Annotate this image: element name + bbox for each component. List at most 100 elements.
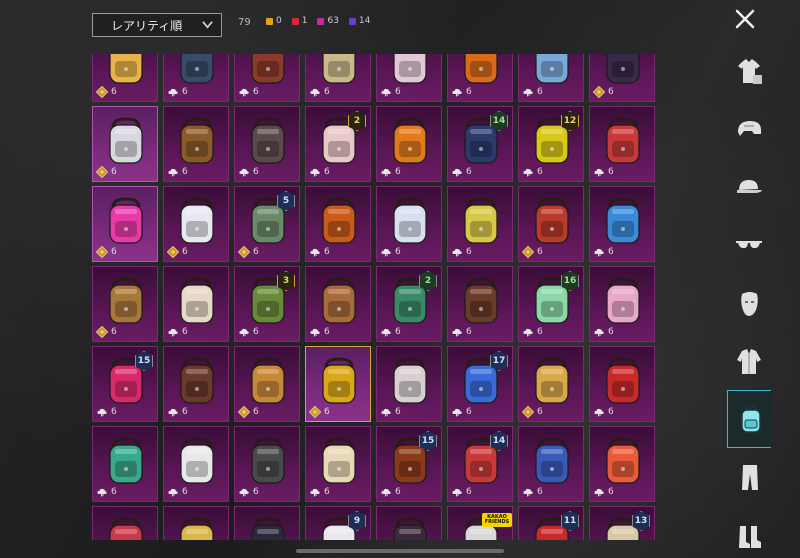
cloud-icon (168, 168, 178, 177)
backpack-item-tile[interactable]: 6 (376, 106, 442, 182)
backpack-item-tile[interactable]: 6 (518, 426, 584, 502)
cloud-icon (381, 328, 391, 337)
backpack-item-tile[interactable]: 116 (518, 506, 584, 540)
cloud-icon (310, 168, 320, 177)
backpack-item-tile[interactable]: 15 6 (92, 346, 158, 422)
backpack-item-tile[interactable]: 6 (518, 54, 584, 102)
backpack-item-tile[interactable]: 6 (234, 426, 300, 502)
cloud-icon (594, 488, 604, 497)
item-count: 6 (537, 87, 543, 97)
backpack-item-tile[interactable]: 6 (92, 186, 158, 262)
backpack-image (393, 197, 427, 244)
backpack-image (109, 437, 143, 484)
backpack-item-tile[interactable]: 6 (305, 186, 371, 262)
backpack-item-tile[interactable]: 26 (305, 106, 371, 182)
backpack-item-tile[interactable]: 6 (163, 106, 229, 182)
backpack-image (535, 197, 569, 244)
backpack-item-tile[interactable]: 6 (163, 186, 229, 262)
backpack-item-tile[interactable]: 6 (234, 106, 300, 182)
backpack-item-tile[interactable]: 56 (234, 186, 300, 262)
backpack-item-tile[interactable]: 6 (305, 266, 371, 342)
backpack-item-tile[interactable]: 6 (447, 186, 513, 262)
backpack-item-tile[interactable]: 6 (163, 266, 229, 342)
sidebar-item-cap[interactable] (727, 158, 771, 216)
backpack-item-tile[interactable]: 6 (305, 54, 371, 102)
backpack-item-tile[interactable]: 16 6 (518, 266, 584, 342)
backpack-item-tile[interactable]: 6 (305, 426, 371, 502)
backpack-item-tile[interactable]: 6 (376, 186, 442, 262)
backpack-item-tile[interactable]: 36 (234, 266, 300, 342)
item-count: 6 (253, 327, 259, 337)
backpack-item-tile[interactable]: 26 (376, 266, 442, 342)
backpack-item-tile[interactable]: 6 (163, 426, 229, 502)
backpack-item-tile[interactable]: 6 (589, 346, 655, 422)
item-meta: 6 (96, 246, 117, 258)
backpack-item-tile[interactable]: 136 (589, 506, 655, 540)
item-count: 6 (182, 327, 188, 337)
backpack-item-tile[interactable]: 6 (234, 346, 300, 422)
backpack-item-tile[interactable]: 6 (589, 54, 655, 102)
item-meta: 6 (593, 406, 614, 418)
sidebar-item-pants[interactable] (727, 448, 771, 506)
item-count: 6 (182, 407, 188, 417)
backpack-item-tile[interactable]: 14 6 (447, 426, 513, 502)
gold-coin-icon (238, 246, 250, 258)
backpack-item-tile[interactable]: 6 (589, 266, 655, 342)
item-count: 6 (608, 87, 614, 97)
backpack-item-tile[interactable]: 15 6 (376, 426, 442, 502)
backpack-image (535, 357, 569, 404)
sidebar-item-glasses[interactable] (727, 216, 771, 274)
item-count: 6 (537, 247, 543, 257)
backpack-item-tile[interactable]: 6 (92, 106, 158, 182)
item-count: 6 (324, 487, 330, 497)
sidebar-item-mask[interactable] (727, 274, 771, 332)
backpack-image (322, 197, 356, 244)
backpack-item-tile[interactable]: 6 (376, 506, 442, 540)
rarity-color-swatch (348, 17, 356, 25)
rarity-count-value: 14 (358, 16, 371, 26)
backpack-item-tile[interactable]: KAKAO FRIENDS6 (447, 506, 513, 540)
backpack-item-tile[interactable]: 6 (92, 54, 158, 102)
sidebar-item-shoes[interactable] (727, 506, 771, 558)
backpack-image (251, 117, 285, 164)
item-meta: 6 (380, 86, 401, 98)
backpack-item-tile[interactable]: 6 (234, 506, 300, 540)
backpack-item-tile[interactable]: 6 (518, 346, 584, 422)
item-meta: 6 (451, 486, 472, 498)
backpack-item-tile[interactable]: 6 (92, 266, 158, 342)
backpack-item-tile[interactable]: 6 (376, 346, 442, 422)
close-icon[interactable] (734, 8, 756, 30)
backpack-item-tile[interactable]: 6 (376, 54, 442, 102)
cloud-icon (239, 168, 249, 177)
total-item-count: 79 (238, 17, 251, 28)
backpack-item-tile[interactable]: 6 (234, 54, 300, 102)
sort-dropdown[interactable]: レアリティ順 (92, 13, 222, 37)
backpack-item-tile[interactable]: 6 (305, 346, 371, 422)
backpack-item-tile[interactable]: 17 6 (447, 346, 513, 422)
backpack-item-tile[interactable]: 6 (518, 186, 584, 262)
backpack-item-tile[interactable]: 6 (589, 106, 655, 182)
item-meta: 6 (451, 166, 472, 178)
backpack-item-tile[interactable]: 6 (92, 426, 158, 502)
backpack-item-tile[interactable]: 14 6 (447, 106, 513, 182)
cloud-icon (310, 328, 320, 337)
sidebar-item-helmet[interactable] (727, 100, 771, 158)
cloud-icon (97, 408, 107, 417)
backpack-item-tile[interactable]: 6 (589, 186, 655, 262)
backpack-item-tile[interactable]: 6 (447, 266, 513, 342)
sidebar-item-backpack[interactable] (727, 390, 771, 448)
sidebar-item-shirt[interactable] (727, 42, 771, 100)
item-count: 6 (324, 327, 330, 337)
backpack-item-tile[interactable]: 6 (163, 54, 229, 102)
backpack-item-tile[interactable]: 6 (163, 346, 229, 422)
backpack-item-tile[interactable]: 12 6 (518, 106, 584, 182)
backpack-item-tile[interactable]: 6 (163, 506, 229, 540)
item-count: 6 (395, 487, 401, 497)
sidebar-item-jacket[interactable] (727, 332, 771, 390)
backpack-image (251, 54, 285, 84)
backpack-item-tile[interactable]: 6 (447, 54, 513, 102)
backpack-item-tile[interactable]: 6 (92, 506, 158, 540)
backpack-item-tile[interactable]: 96 (305, 506, 371, 540)
item-count: 6 (608, 247, 614, 257)
backpack-item-tile[interactable]: 6 (589, 426, 655, 502)
